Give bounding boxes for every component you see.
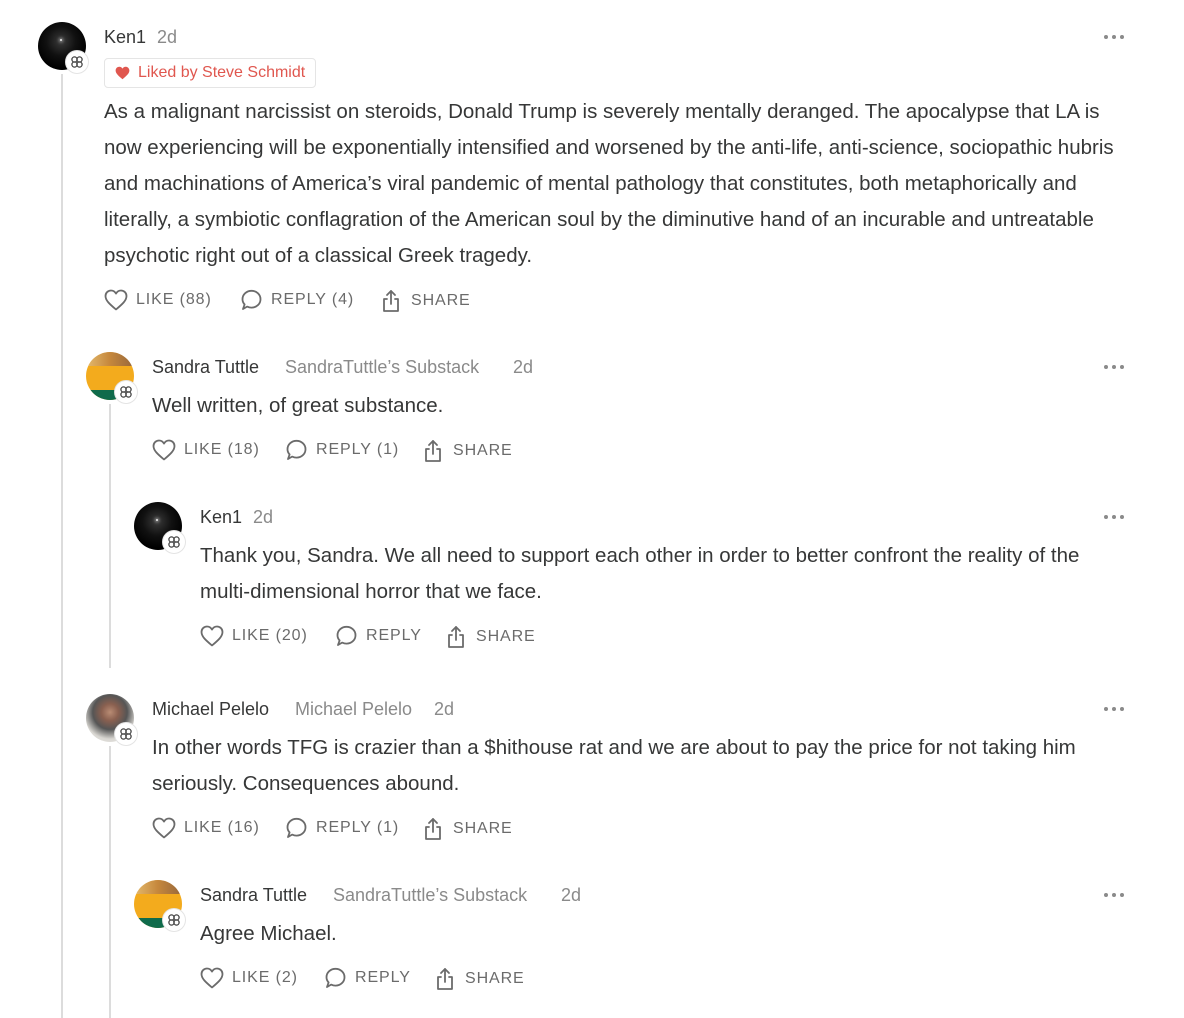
reply-bubble-icon xyxy=(336,625,357,646)
heart-icon xyxy=(152,439,176,461)
reply-label: REPLY (1) xyxy=(316,819,400,836)
reply-label: REPLY xyxy=(366,627,422,644)
share-button[interactable]: SHARE xyxy=(421,817,513,841)
heart-icon xyxy=(104,289,128,311)
share-label: SHARE xyxy=(411,292,471,309)
substack-badge-icon xyxy=(115,723,137,745)
comment-author[interactable]: Michael Pelelo xyxy=(152,699,269,720)
heart-icon xyxy=(200,625,224,647)
comment-author[interactable]: Sandra Tuttle xyxy=(152,357,259,378)
comment-body: Thank you, Sandra. We all need to suppor… xyxy=(200,544,1080,603)
share-button[interactable]: SHARE xyxy=(433,967,525,991)
like-label: LIKE (18) xyxy=(184,441,260,458)
more-options-icon[interactable] xyxy=(1104,513,1128,521)
reply-button[interactable]: REPLY (4) xyxy=(239,289,354,311)
comment-timestamp[interactable]: 2d xyxy=(513,357,533,378)
thread-line-michael xyxy=(109,746,111,1018)
liked-by-text: Liked by Steve Schmidt xyxy=(138,64,306,81)
more-options-icon[interactable] xyxy=(1104,33,1128,41)
thread-line-root xyxy=(61,74,63,1018)
like-button[interactable]: LIKE (2) xyxy=(200,967,298,989)
comment-timestamp[interactable]: 2d xyxy=(434,699,454,720)
share-label: SHARE xyxy=(465,970,525,987)
like-label: LIKE (20) xyxy=(232,627,308,644)
comment-body: Well written, of great substance. xyxy=(152,394,444,417)
share-label: SHARE xyxy=(453,820,513,837)
comment-timestamp[interactable]: 2d xyxy=(561,885,581,906)
share-label: SHARE xyxy=(476,628,536,645)
comment-body: As a malignant narcissist on steroids, D… xyxy=(104,100,1114,267)
reply-bubble-icon xyxy=(286,439,307,460)
share-icon xyxy=(448,626,464,648)
comment-timestamp[interactable]: 2d xyxy=(157,27,177,48)
reply-button[interactable]: REPLY (1) xyxy=(284,817,399,839)
more-options-icon[interactable] xyxy=(1104,891,1128,899)
like-label: LIKE (2) xyxy=(232,969,298,986)
share-button[interactable]: SHARE xyxy=(421,439,513,463)
reply-bubble-icon xyxy=(286,817,307,838)
like-button[interactable]: LIKE (18) xyxy=(152,439,260,461)
share-icon xyxy=(425,440,441,462)
publication-name[interactable]: Michael Pelelo xyxy=(295,699,412,720)
like-label: LIKE (88) xyxy=(136,291,212,308)
substack-badge-icon xyxy=(163,531,185,553)
share-icon xyxy=(383,290,399,312)
comment-timestamp[interactable]: 2d xyxy=(253,507,273,528)
comment-body: In other words TFG is crazier than a $hi… xyxy=(152,736,1076,795)
comment-author[interactable]: Ken1 xyxy=(104,27,146,48)
heart-icon xyxy=(200,967,224,989)
publication-name[interactable]: SandraTuttle’s Substack xyxy=(333,885,527,906)
comment-body: Agree Michael. xyxy=(200,922,337,945)
like-label: LIKE (16) xyxy=(184,819,260,836)
reply-button[interactable]: REPLY xyxy=(323,967,411,989)
like-button[interactable]: LIKE (20) xyxy=(200,625,308,647)
reply-label: REPLY xyxy=(355,969,411,986)
substack-badge-icon xyxy=(115,381,137,403)
reply-button[interactable]: REPLY (1) xyxy=(284,439,399,461)
share-button[interactable]: SHARE xyxy=(379,289,471,313)
heart-icon xyxy=(115,66,130,80)
reply-bubble-icon xyxy=(241,289,262,310)
thread-line-sandra xyxy=(109,404,111,668)
like-button[interactable]: LIKE (16) xyxy=(152,817,260,839)
liked-by-badge: Liked by Steve Schmidt xyxy=(104,58,317,88)
comment-author[interactable]: Sandra Tuttle xyxy=(200,885,307,906)
comment-author[interactable]: Ken1 xyxy=(200,507,242,528)
substack-badge-icon xyxy=(66,51,88,73)
reply-button[interactable]: REPLY xyxy=(334,625,422,647)
reply-bubble-icon xyxy=(325,967,346,988)
reply-label: REPLY (1) xyxy=(316,441,400,458)
heart-icon xyxy=(152,817,176,839)
share-icon xyxy=(437,968,453,990)
share-icon xyxy=(425,818,441,840)
share-button[interactable]: SHARE xyxy=(444,625,536,649)
more-options-icon[interactable] xyxy=(1104,363,1128,371)
share-label: SHARE xyxy=(453,442,513,459)
reply-label: REPLY (4) xyxy=(271,291,355,308)
substack-badge-icon xyxy=(163,909,185,931)
more-options-icon[interactable] xyxy=(1104,705,1128,713)
like-button[interactable]: LIKE (88) xyxy=(104,289,212,311)
publication-name[interactable]: SandraTuttle’s Substack xyxy=(285,357,479,378)
